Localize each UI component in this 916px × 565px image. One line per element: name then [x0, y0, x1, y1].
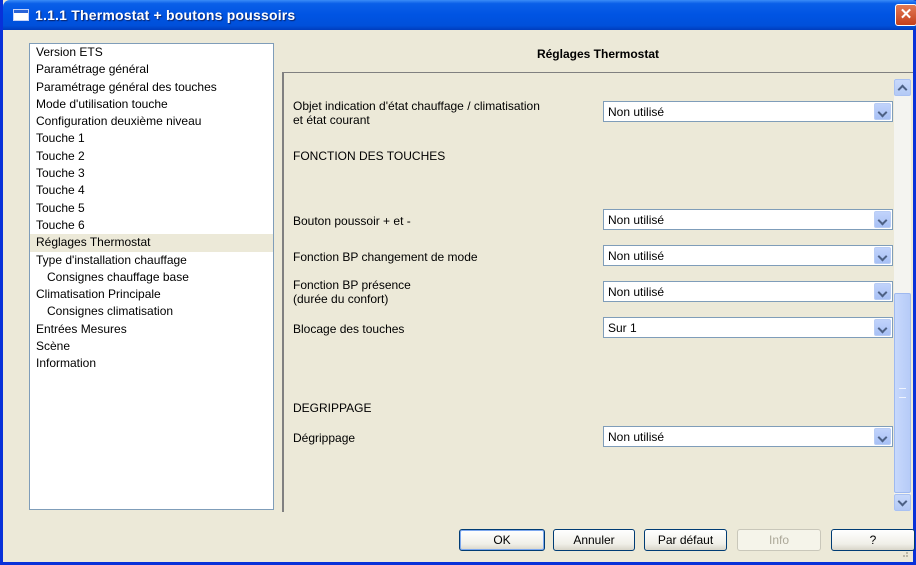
- dialog-window: 1.1.1 Thermostat + boutons poussoirs ✕ V…: [0, 0, 916, 565]
- row-label-bouton-plus-moins: Bouton poussoir + et -: [293, 214, 411, 228]
- nav-item-touche-2[interactable]: Touche 2: [30, 148, 273, 165]
- scroll-down-icon[interactable]: [894, 494, 911, 511]
- nav-item-touche-1[interactable]: Touche 1: [30, 130, 273, 147]
- chevron-down-icon[interactable]: [874, 428, 891, 445]
- section-degrippage: DEGRIPPAGE: [293, 401, 372, 415]
- row-label-line2: et état courant: [293, 113, 370, 127]
- nav-item-parametrage-general[interactable]: Paramétrage général: [30, 61, 273, 78]
- nav-item-version-ets[interactable]: Version ETS: [30, 44, 273, 61]
- vertical-scrollbar[interactable]: [894, 79, 911, 511]
- select-value: Non utilisé: [608, 430, 665, 444]
- chevron-down-icon[interactable]: [874, 319, 891, 336]
- select-indication-etat[interactable]: Non utilisé: [603, 101, 893, 122]
- parameters-panel: Objet indication d'état chauffage / clim…: [282, 72, 913, 512]
- section-fonction-touches: FONCTION DES TOUCHES: [293, 149, 446, 163]
- scroll-up-icon[interactable]: [894, 79, 911, 96]
- nav-item-touche-4[interactable]: Touche 4: [30, 182, 273, 199]
- select-value: Non utilisé: [608, 213, 665, 227]
- select-degrippage[interactable]: Non utilisé: [603, 426, 893, 447]
- nav-item-scene[interactable]: Scène: [30, 338, 273, 355]
- row-label-blocage-touches: Blocage des touches: [293, 322, 405, 336]
- row-label-changement-mode: Fonction BP changement de mode: [293, 250, 478, 264]
- nav-item-consignes-climatisation[interactable]: Consignes climatisation: [30, 303, 273, 320]
- chevron-down-icon[interactable]: [874, 103, 891, 120]
- nav-item-climatisation-principale[interactable]: Climatisation Principale: [30, 286, 273, 303]
- nav-item-information[interactable]: Information: [30, 355, 273, 372]
- row-label-line2: (durée du confort): [293, 292, 389, 306]
- close-icon: ✕: [899, 6, 913, 23]
- select-presence[interactable]: Non utilisé: [603, 281, 893, 302]
- nav-item-touche-5[interactable]: Touche 5: [30, 200, 273, 217]
- parameter-tree: Version ETS Paramétrage général Paramétr…: [29, 43, 274, 510]
- nav-item-type-installation-chauffage[interactable]: Type d'installation chauffage: [30, 252, 273, 269]
- title-bar[interactable]: 1.1.1 Thermostat + boutons poussoirs ✕: [3, 0, 916, 30]
- chevron-down-icon[interactable]: [874, 247, 891, 264]
- select-value: Non utilisé: [608, 105, 665, 119]
- nav-item-entrees-mesures[interactable]: Entrées Mesures: [30, 321, 273, 338]
- info-button: Info: [737, 529, 821, 551]
- select-value: Sur 1: [608, 321, 637, 335]
- scroll-thumb[interactable]: [894, 293, 911, 493]
- row-label-line1: Fonction BP présence: [293, 278, 411, 292]
- window-title: 1.1.1 Thermostat + boutons poussoirs: [35, 7, 296, 23]
- row-label-degrippage: Dégrippage: [293, 431, 356, 445]
- chevron-down-icon[interactable]: [874, 283, 891, 300]
- nav-item-mode-utilisation[interactable]: Mode d'utilisation touche: [30, 96, 273, 113]
- nav-item-reglages-thermostat[interactable]: Réglages Thermostat: [30, 234, 273, 252]
- page-title: Réglages Thermostat: [536, 47, 660, 61]
- select-bouton-plus-moins[interactable]: Non utilisé: [603, 209, 893, 230]
- select-value: Non utilisé: [608, 285, 665, 299]
- window-icon: [13, 9, 29, 21]
- select-value: Non utilisé: [608, 249, 665, 263]
- select-changement-mode[interactable]: Non utilisé: [603, 245, 893, 266]
- nav-item-parametrage-touches[interactable]: Paramétrage général des touches: [30, 79, 273, 96]
- close-button[interactable]: ✕: [895, 4, 916, 26]
- nav-item-consignes-chauffage[interactable]: Consignes chauffage base: [30, 269, 273, 286]
- resize-grip-icon[interactable]: [899, 548, 909, 558]
- select-blocage-touches[interactable]: Sur 1: [603, 317, 893, 338]
- chevron-down-icon[interactable]: [874, 211, 891, 228]
- nav-item-touche-3[interactable]: Touche 3: [30, 165, 273, 182]
- nav-item-touche-6[interactable]: Touche 6: [30, 217, 273, 234]
- nav-item-configuration-deuxieme-niveau[interactable]: Configuration deuxième niveau: [30, 113, 273, 130]
- annuler-button[interactable]: Annuler: [553, 529, 635, 551]
- row-label-line1: Objet indication d'état chauffage / clim…: [293, 99, 540, 113]
- ok-button[interactable]: OK: [459, 529, 545, 551]
- row-label-presence: Fonction BP présence (durée du confort): [293, 278, 411, 306]
- par-defaut-button[interactable]: Par défaut: [644, 529, 727, 551]
- row-label-indication-etat: Objet indication d'état chauffage / clim…: [293, 99, 540, 127]
